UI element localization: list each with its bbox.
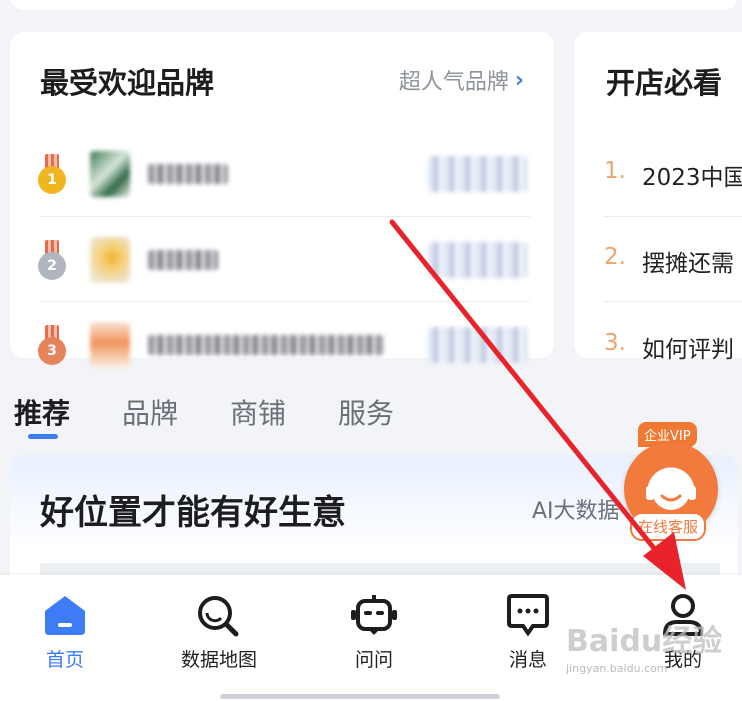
tab-service[interactable]: 服务: [338, 392, 394, 432]
divider: [604, 301, 742, 302]
popular-brands-card: 最受欢迎品牌 超人气品牌 › 1 2 3: [10, 32, 554, 368]
guide-article[interactable]: 1. 2023中国: [604, 158, 742, 192]
brand-row[interactable]: 3: [38, 303, 528, 387]
category-tabs: 推荐 品牌 商铺 服务: [14, 392, 394, 439]
guide-article[interactable]: 2. 摆摊还需: [604, 244, 734, 278]
tab-recommend[interactable]: 推荐: [14, 392, 70, 439]
tabbar-home[interactable]: 首页: [5, 593, 125, 672]
brand-name-blurred: [148, 335, 384, 355]
more-brands-label: 超人气品牌: [398, 70, 509, 95]
tabbar-label: 消息: [508, 649, 547, 671]
shop-guide-title: 开店必看: [606, 66, 723, 100]
data-map-icon: [198, 596, 239, 637]
vip-service-button[interactable]: 企业VIP 在线客服: [624, 420, 718, 541]
divider: [40, 301, 530, 302]
brand-name-blurred: [148, 250, 218, 270]
chevron-right-icon: ›: [514, 67, 524, 93]
brand-logo: [90, 322, 130, 368]
shop-guide-card: 开店必看 1. 2023中国 2. 摆摊还需 3. 如何评判: [574, 32, 742, 363]
brand-name-blurred: [148, 164, 228, 184]
brand-row[interactable]: 1: [38, 132, 528, 216]
tabbar-label: 数据地图: [180, 649, 257, 671]
top-card-edge: [10, 0, 738, 10]
popular-brands-title: 最受欢迎品牌: [40, 66, 215, 100]
guide-article[interactable]: 3. 如何评判: [604, 330, 734, 364]
brand-tag-blurred: [428, 156, 528, 192]
tabbar-ask[interactable]: 问问: [314, 593, 434, 672]
baidu-watermark: Baidu经验 jingyan.baidu.com: [566, 616, 722, 675]
brand-logo: [90, 151, 130, 197]
robot-chat-icon: [351, 595, 397, 635]
brand-logo: [90, 237, 130, 283]
vip-service-label: 在线客服: [630, 512, 707, 541]
tabbar-label: 首页: [45, 649, 84, 671]
brand-row[interactable]: 2: [38, 218, 528, 302]
watermark-brand: Baidu经验: [566, 624, 723, 659]
watermark-url: jingyan.baidu.com: [566, 662, 668, 675]
message-icon: [507, 594, 549, 637]
brand-tag-blurred: [428, 242, 528, 278]
location-card-title: 好位置才能有好生意: [40, 493, 346, 533]
brand-tag-blurred: [428, 327, 528, 363]
divider: [604, 216, 742, 217]
tab-brand[interactable]: 品牌: [122, 392, 178, 432]
tab-shop[interactable]: 商铺: [230, 392, 286, 432]
tabbar-data-map[interactable]: 数据地图: [159, 593, 279, 672]
tabbar-label: 问问: [354, 649, 393, 671]
divider: [40, 216, 530, 217]
bronze-medal-icon: 3: [38, 325, 66, 365]
home-icon: [45, 596, 85, 635]
more-brands-link[interactable]: 超人气品牌 ›: [399, 64, 524, 96]
gold-medal-icon: 1: [38, 154, 66, 194]
location-card-subtitle: AI大数据: [532, 499, 620, 524]
silver-medal-icon: 2: [38, 240, 66, 280]
home-indicator: [220, 694, 500, 699]
